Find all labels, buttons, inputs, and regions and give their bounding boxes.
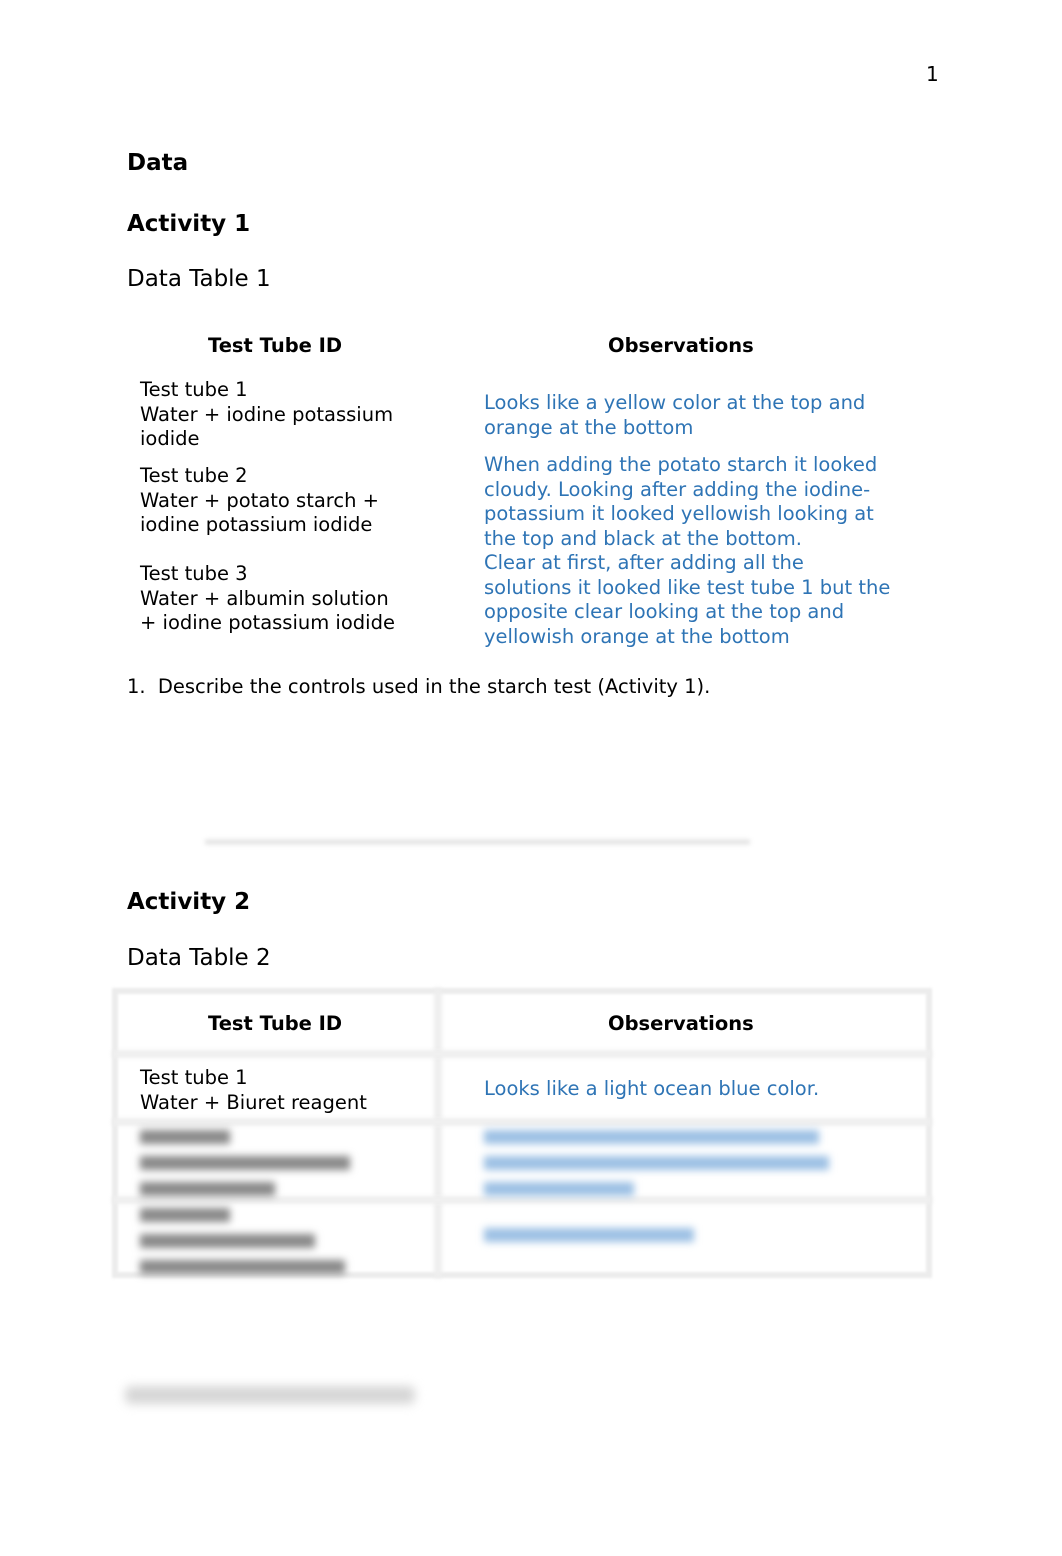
table2-blurred-ids xyxy=(140,1126,360,1274)
obs-line: solutions it looked like test tube 1 but… xyxy=(484,575,891,599)
obs-line: Clear at first, after adding all the xyxy=(484,551,804,574)
table1-row-2-id: Test tube 2 Water + potato starch + iodi… xyxy=(140,464,379,538)
obs-line: When adding the potato starch it looked xyxy=(484,453,878,476)
table1-header-observations: Observations xyxy=(608,334,754,357)
table2-row-divider xyxy=(112,1050,932,1058)
blurred-divider xyxy=(205,838,750,846)
table2-row-divider xyxy=(112,1118,932,1126)
question-number: 1. xyxy=(127,675,146,698)
question-text: Describe the controls used in the starch… xyxy=(157,675,711,698)
table1-row-1-observation: Looks like a yellow color at the top and… xyxy=(484,391,865,440)
table1-row-1-id: Test tube 1 Water + iodine potassium iod… xyxy=(140,378,393,452)
obs-line: Looks like a yellow color at the top and xyxy=(484,391,866,414)
heading-activity-2: Activity 2 xyxy=(127,889,251,915)
id-line: Test tube 1 xyxy=(140,378,248,401)
id-line: Water + iodine potassium xyxy=(140,402,394,426)
table2-header-observations: Observations xyxy=(608,1012,754,1035)
heading-data-table-2: Data Table 2 xyxy=(127,945,271,971)
table2-column-divider xyxy=(434,988,442,1278)
id-line: Test tube 3 xyxy=(140,562,248,585)
table1-row-3-observation: Clear at first, after adding all the sol… xyxy=(484,551,890,649)
table2-row-1-observation: Looks like a light ocean blue color. xyxy=(484,1077,820,1100)
table2-blurred-observations xyxy=(484,1126,844,1256)
id-line: Water + potato starch + xyxy=(140,488,380,512)
obs-line: opposite clear looking at the top and xyxy=(484,600,845,623)
obs-line: potassium it looked yellowish looking at xyxy=(484,502,874,525)
obs-line: orange at the bottom xyxy=(484,415,694,439)
question-1: 1. Describe the controls used in the sta… xyxy=(127,675,710,700)
blurred-footer xyxy=(125,1386,415,1404)
id-line: iodide xyxy=(140,427,200,450)
heading-data-table-1: Data Table 1 xyxy=(127,266,271,292)
id-line: Test tube 1 xyxy=(140,1066,248,1089)
id-line: Test tube 2 xyxy=(140,464,248,487)
id-line: Water + albumin solution xyxy=(140,586,389,610)
table1-row-3-id: Test tube 3 Water + albumin solution + i… xyxy=(140,562,395,636)
table1-row-2-observation: When adding the potato starch it looked … xyxy=(484,453,877,551)
page-number: 1 xyxy=(926,62,939,86)
obs-line: the top and black at the bottom. xyxy=(484,526,802,550)
id-line: Water + Biuret reagent xyxy=(140,1090,367,1114)
section-heading-data: Data xyxy=(127,150,189,176)
obs-line: cloudy. Looking after adding the iodine- xyxy=(484,477,871,501)
table2-row-1-id: Test tube 1 Water + Biuret reagent xyxy=(140,1066,367,1115)
table2-header-id: Test Tube ID xyxy=(208,1012,343,1035)
id-line: + iodine potassium iodide xyxy=(140,611,395,634)
id-line: iodine potassium iodide xyxy=(140,513,373,536)
heading-activity-1: Activity 1 xyxy=(127,211,251,237)
obs-line: yellowish orange at the bottom xyxy=(484,624,790,648)
table1-header-id: Test Tube ID xyxy=(208,334,343,357)
